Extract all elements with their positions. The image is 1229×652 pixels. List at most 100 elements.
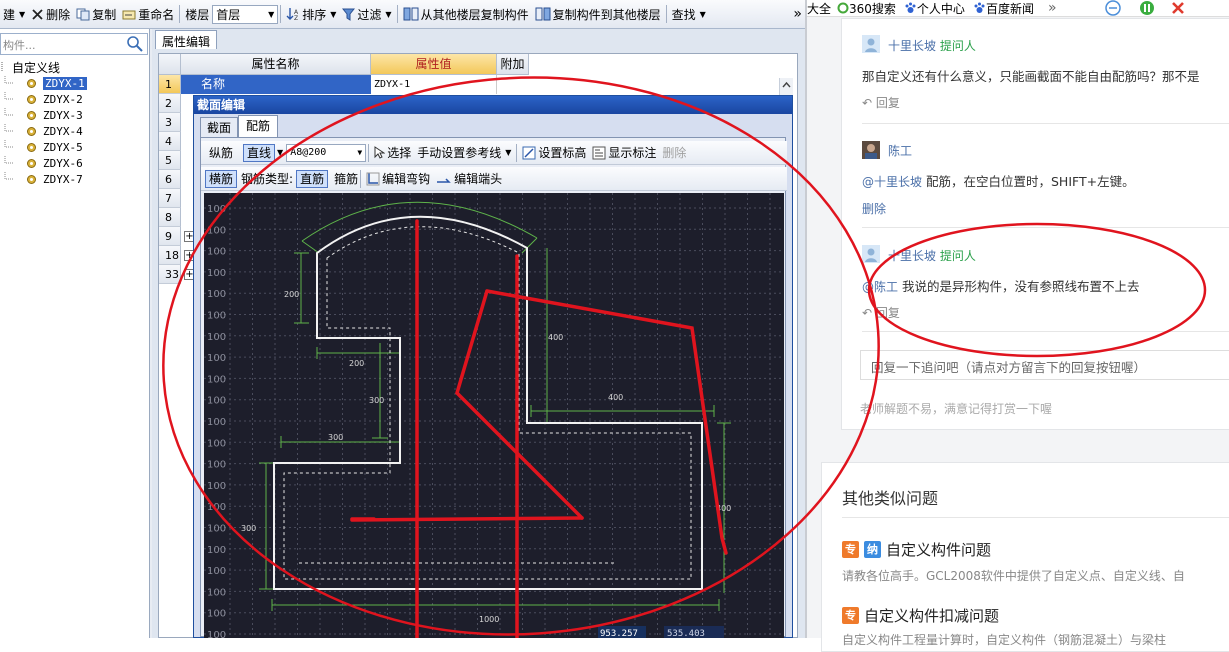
- close-icon[interactable]: [1171, 0, 1185, 16]
- show-dim-label: 显示标注: [608, 146, 657, 160]
- stirrup-label: 箍筋: [334, 172, 359, 186]
- copy-from-floor-label: 从其他楼层复制构件: [420, 7, 529, 22]
- bookmark-360-search[interactable]: 360搜索: [837, 0, 896, 17]
- comment2-mention[interactable]: @十里长坡: [862, 175, 922, 189]
- delete-button[interactable]: 删除: [28, 3, 73, 25]
- grid-label: 100: [207, 204, 226, 215]
- tab-section[interactable]: 截面: [200, 117, 238, 138]
- rename-button[interactable]: 重命名: [119, 3, 177, 25]
- toolbar-overflow-button[interactable]: »: [790, 3, 805, 25]
- grid-label: 100: [207, 502, 226, 513]
- tree-item[interactable]: ZDYX-1: [0, 75, 87, 91]
- longitudinal-button[interactable]: 纵筋: [209, 144, 233, 161]
- avatar-user-icon: [862, 35, 880, 53]
- section-drawing[interactable]: 100 100 100 100 100 100 100 100 100 100 100 100 100 1…: [204, 193, 784, 638]
- chevron-down-icon[interactable]: ▼: [277, 148, 283, 157]
- pause-icon[interactable]: [1139, 0, 1155, 16]
- comment2-header: 陈工: [888, 142, 912, 159]
- row-number[interactable]: 7: [159, 189, 181, 208]
- set-height-label: 设置标高: [538, 146, 587, 160]
- dimension-lines: [259, 201, 731, 611]
- row-number[interactable]: 18: [159, 246, 181, 265]
- row-number[interactable]: 4: [159, 132, 181, 151]
- row-number[interactable]: 6: [159, 170, 181, 189]
- straight-line-button[interactable]: 直线: [243, 143, 276, 162]
- copy-to-floor-icon: [535, 7, 551, 21]
- similar-q1[interactable]: 专 纳 自定义构件问题: [842, 539, 991, 560]
- new-button[interactable]: 建 ▼: [0, 3, 28, 25]
- bookmarks-overflow-button[interactable]: »: [1048, 0, 1057, 16]
- copy-from-floor-button[interactable]: 从其他楼层复制构件: [400, 3, 532, 25]
- row-number[interactable]: 8: [159, 208, 181, 227]
- filter-icon: [342, 8, 356, 21]
- row-number[interactable]: 33: [159, 265, 181, 284]
- row1-name-cell[interactable]: 名称: [181, 75, 371, 94]
- row-number[interactable]: 1: [159, 75, 181, 94]
- toolbar-divider: [368, 143, 370, 162]
- comment2-nick[interactable]: 陈工: [888, 144, 912, 158]
- canvas-grid-labels: 100 100 100 100 100 100 100 100 100 100 100 100 100 1…: [207, 204, 226, 638]
- delete-rebar-button[interactable]: 删除: [659, 142, 689, 164]
- edit-hook-button[interactable]: 编辑弯钩: [363, 168, 433, 190]
- row-number[interactable]: 3: [159, 113, 181, 132]
- edit-end-button[interactable]: 编辑端头: [433, 168, 505, 190]
- section-canvas[interactable]: 100 100 100 100 100 100 100 100 100 100 100 100 100 1…: [204, 193, 784, 638]
- search-icon[interactable]: [126, 35, 144, 53]
- tree-item[interactable]: ZDYX-5: [0, 139, 83, 155]
- floor-select[interactable]: 首层 ▼: [212, 4, 279, 24]
- scroll-up-icon[interactable]: [780, 78, 793, 91]
- transverse-button[interactable]: 横筋: [205, 169, 238, 188]
- tab-rebar-label: 配筋: [245, 119, 270, 133]
- comment2-delete-link[interactable]: 删除: [862, 200, 886, 217]
- bookmark-all[interactable]: 大全: [807, 0, 831, 17]
- toolbar-divider: [396, 5, 398, 23]
- filter-button[interactable]: 过滤 ▼: [339, 3, 394, 25]
- straight-bar-button[interactable]: 直筋: [296, 169, 329, 188]
- bookmark-personal-center[interactable]: 个人中心: [904, 0, 965, 17]
- comment3-reply-button[interactable]: ↶ 回复: [862, 304, 900, 321]
- delete-label: 删除: [46, 7, 71, 22]
- bookmark-baidu-news[interactable]: 百度新闻: [973, 0, 1034, 17]
- row-number[interactable]: 2: [159, 94, 181, 113]
- gear-icon: [27, 174, 36, 184]
- reply-input[interactable]: 回复一下追问吧（请点对方留言下的回复按钮喔）: [860, 350, 1229, 380]
- comment1-reply-button[interactable]: ↶ 回复: [862, 94, 900, 111]
- tree-item[interactable]: ZDYX-4: [0, 123, 83, 139]
- find-button[interactable]: 查找 ▼: [669, 3, 709, 25]
- similar-q1-title[interactable]: 自定义构件问题: [886, 539, 991, 560]
- grid-label: 100: [207, 566, 226, 577]
- tree-item[interactable]: ZDYX-6: [0, 155, 83, 171]
- similar-divider: [842, 517, 1229, 518]
- show-dim-button[interactable]: 显示标注: [589, 142, 659, 164]
- tree-item[interactable]: ZDYX-7: [0, 171, 83, 187]
- manual-ref-button[interactable]: 手动设置参考线 ▼: [414, 142, 514, 164]
- rebar-spec-select[interactable]: A8@200 ▼: [286, 143, 367, 162]
- similar-q2[interactable]: 专 自定义构件扣减问题: [842, 605, 999, 626]
- grid-label: 100: [207, 438, 226, 449]
- comment-divider: [862, 227, 1229, 228]
- copy-to-floor-button[interactable]: 复制构件到其他楼层: [532, 3, 664, 25]
- stirrup-button[interactable]: 箍筋: [334, 170, 358, 187]
- set-height-button[interactable]: 设置标高: [519, 142, 589, 164]
- sort-label: 排序: [302, 7, 327, 22]
- copy-to-floor-label: 复制构件到其他楼层: [552, 7, 661, 22]
- dim-300-mid: 300: [369, 396, 384, 405]
- tree-item[interactable]: ZDYX-2: [0, 91, 83, 107]
- minimize-icon[interactable]: [1104, 0, 1121, 16]
- row-number[interactable]: 9: [159, 227, 181, 246]
- comment3-mention[interactable]: @陈工: [862, 280, 898, 294]
- tree-root[interactable]: 自定义线: [0, 59, 60, 75]
- comment1-nick[interactable]: 十里长坡: [888, 39, 936, 53]
- edit-end-label: 编辑端头: [454, 172, 503, 186]
- tab-rebar[interactable]: 配筋: [238, 115, 278, 138]
- tab-attribute-edit[interactable]: 属性编辑: [155, 30, 217, 49]
- row-number[interactable]: 5: [159, 151, 181, 170]
- section-outline[interactable]: [273, 215, 703, 590]
- copy-button[interactable]: 复制: [73, 3, 119, 25]
- row1-value-cell[interactable]: ZDYX-1: [371, 75, 497, 94]
- tree-item[interactable]: ZDYX-3: [0, 107, 83, 123]
- similar-q2-title[interactable]: 自定义构件扣减问题: [864, 605, 999, 626]
- sort-button[interactable]: AZ 排序 ▼: [283, 3, 339, 25]
- select-button[interactable]: 选择: [371, 142, 414, 164]
- comment3-nick[interactable]: 十里长坡: [888, 249, 936, 263]
